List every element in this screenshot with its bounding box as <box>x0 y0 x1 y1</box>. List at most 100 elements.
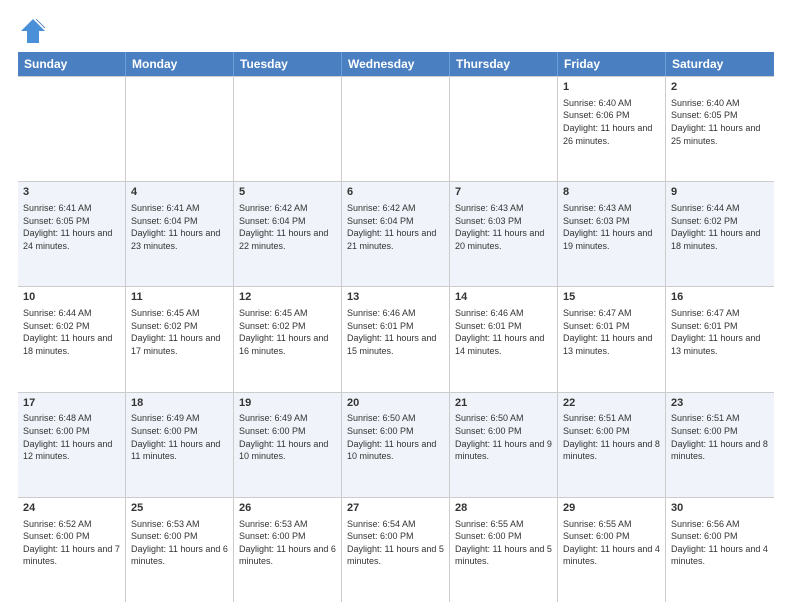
day-info: Sunrise: 6:47 AM Sunset: 6:01 PM Dayligh… <box>671 307 769 357</box>
day-number: 1 <box>563 80 660 95</box>
day-number: 21 <box>455 396 552 411</box>
day-number: 9 <box>671 185 769 200</box>
day-info: Sunrise: 6:41 AM Sunset: 6:04 PM Dayligh… <box>131 202 228 252</box>
cal-cell-r4-c1: 25 Sunrise: 6:53 AM Sunset: 6:00 PM Dayli… <box>126 498 234 602</box>
day-number: 3 <box>23 185 120 200</box>
cal-cell-r4-c5: 29 Sunrise: 6:55 AM Sunset: 6:00 PM Dayli… <box>558 498 666 602</box>
calendar-row-3: 17Sunrise: 6:48 AM Sunset: 6:00 PM Dayli… <box>18 393 774 498</box>
cal-cell-r4-c2: 26 Sunrise: 6:53 AM Sunset: 6:00 PM Dayli… <box>234 498 342 602</box>
day-info: Sunrise: 6:49 AM Sunset: 6:00 PM Dayligh… <box>239 412 336 462</box>
calendar-row-2: 10 Sunrise: 6:44 AM Sunset: 6:02 PM Dayli… <box>18 287 774 392</box>
day-number: 26 <box>239 501 336 516</box>
day-info: Sunrise: 6:43 AM Sunset: 6:03 PM Dayligh… <box>455 202 552 252</box>
day-info: Sunrise: 6:54 AM Sunset: 6:00 PM Dayligh… <box>347 518 444 568</box>
cal-cell-r3-c2: 19Sunrise: 6:49 AM Sunset: 6:00 PM Dayli… <box>234 393 342 497</box>
calendar-row-4: 24 Sunrise: 6:52 AM Sunset: 6:00 PM Dayli… <box>18 498 774 602</box>
cal-cell-r1-c1: 4Sunrise: 6:41 AM Sunset: 6:04 PM Daylig… <box>126 182 234 286</box>
day-info: Sunrise: 6:47 AM Sunset: 6:01 PM Dayligh… <box>563 307 660 357</box>
day-info: Sunrise: 6:52 AM Sunset: 6:00 PM Dayligh… <box>23 518 120 568</box>
header-cell-monday: Monday <box>126 52 234 76</box>
day-info: Sunrise: 6:41 AM Sunset: 6:05 PM Dayligh… <box>23 202 120 252</box>
cal-cell-r1-c4: 7 Sunrise: 6:43 AM Sunset: 6:03 PM Daylig… <box>450 182 558 286</box>
cal-cell-r2-c6: 16Sunrise: 6:47 AM Sunset: 6:01 PM Dayli… <box>666 287 774 391</box>
logo <box>18 16 52 46</box>
cal-cell-r1-c0: 3 Sunrise: 6:41 AM Sunset: 6:05 PM Daylig… <box>18 182 126 286</box>
day-number: 29 <box>563 501 660 516</box>
day-info: Sunrise: 6:42 AM Sunset: 6:04 PM Dayligh… <box>239 202 336 252</box>
day-info: Sunrise: 6:46 AM Sunset: 6:01 PM Dayligh… <box>455 307 552 357</box>
cal-cell-r3-c4: 21Sunrise: 6:50 AM Sunset: 6:00 PM Dayli… <box>450 393 558 497</box>
day-number: 7 <box>455 185 552 200</box>
cal-cell-r2-c5: 15 Sunrise: 6:47 AM Sunset: 6:01 PM Dayli… <box>558 287 666 391</box>
calendar-body: 1 Sunrise: 6:40 AM Sunset: 6:06 PM Daylig… <box>18 76 774 602</box>
day-number: 23 <box>671 396 769 411</box>
day-info: Sunrise: 6:55 AM Sunset: 6:00 PM Dayligh… <box>455 518 552 568</box>
header-cell-saturday: Saturday <box>666 52 774 76</box>
day-info: Sunrise: 6:42 AM Sunset: 6:04 PM Dayligh… <box>347 202 444 252</box>
cal-cell-r0-c6: 2 Sunrise: 6:40 AM Sunset: 6:05 PM Daylig… <box>666 77 774 181</box>
day-number: 25 <box>131 501 228 516</box>
day-info: Sunrise: 6:56 AM Sunset: 6:00 PM Dayligh… <box>671 518 769 568</box>
day-number: 14 <box>455 290 552 305</box>
day-number: 27 <box>347 501 444 516</box>
day-number: 12 <box>239 290 336 305</box>
day-number: 13 <box>347 290 444 305</box>
calendar-row-1: 3 Sunrise: 6:41 AM Sunset: 6:05 PM Daylig… <box>18 182 774 287</box>
cal-cell-r0-c4 <box>450 77 558 181</box>
cal-cell-r4-c4: 28 Sunrise: 6:55 AM Sunset: 6:00 PM Dayli… <box>450 498 558 602</box>
day-number: 8 <box>563 185 660 200</box>
day-info: Sunrise: 6:50 AM Sunset: 6:00 PM Dayligh… <box>455 412 552 462</box>
day-info: Sunrise: 6:44 AM Sunset: 6:02 PM Dayligh… <box>671 202 769 252</box>
header-cell-tuesday: Tuesday <box>234 52 342 76</box>
day-info: Sunrise: 6:51 AM Sunset: 6:00 PM Dayligh… <box>563 412 660 462</box>
cal-cell-r4-c3: 27 Sunrise: 6:54 AM Sunset: 6:00 PM Dayli… <box>342 498 450 602</box>
cal-cell-r0-c2 <box>234 77 342 181</box>
header-cell-sunday: Sunday <box>18 52 126 76</box>
day-number: 10 <box>23 290 120 305</box>
day-number: 28 <box>455 501 552 516</box>
day-number: 2 <box>671 80 769 95</box>
header-cell-wednesday: Wednesday <box>342 52 450 76</box>
cal-cell-r0-c1 <box>126 77 234 181</box>
cal-cell-r0-c0 <box>18 77 126 181</box>
page: SundayMondayTuesdayWednesdayThursdayFrid… <box>0 0 792 612</box>
day-info: Sunrise: 6:44 AM Sunset: 6:02 PM Dayligh… <box>23 307 120 357</box>
day-number: 20 <box>347 396 444 411</box>
day-info: Sunrise: 6:50 AM Sunset: 6:00 PM Dayligh… <box>347 412 444 462</box>
day-info: Sunrise: 6:49 AM Sunset: 6:00 PM Dayligh… <box>131 412 228 462</box>
calendar-row-0: 1 Sunrise: 6:40 AM Sunset: 6:06 PM Daylig… <box>18 76 774 182</box>
calendar-header: SundayMondayTuesdayWednesdayThursdayFrid… <box>18 52 774 76</box>
cal-cell-r1-c3: 6Sunrise: 6:42 AM Sunset: 6:04 PM Daylig… <box>342 182 450 286</box>
day-number: 19 <box>239 396 336 411</box>
top-section <box>18 16 774 46</box>
cal-cell-r1-c2: 5 Sunrise: 6:42 AM Sunset: 6:04 PM Daylig… <box>234 182 342 286</box>
day-number: 24 <box>23 501 120 516</box>
day-info: Sunrise: 6:53 AM Sunset: 6:00 PM Dayligh… <box>131 518 228 568</box>
logo-icon <box>18 16 48 46</box>
header-cell-friday: Friday <box>558 52 666 76</box>
day-info: Sunrise: 6:46 AM Sunset: 6:01 PM Dayligh… <box>347 307 444 357</box>
day-info: Sunrise: 6:43 AM Sunset: 6:03 PM Dayligh… <box>563 202 660 252</box>
day-info: Sunrise: 6:53 AM Sunset: 6:00 PM Dayligh… <box>239 518 336 568</box>
cal-cell-r0-c3 <box>342 77 450 181</box>
day-info: Sunrise: 6:40 AM Sunset: 6:06 PM Dayligh… <box>563 97 660 147</box>
cal-cell-r2-c4: 14 Sunrise: 6:46 AM Sunset: 6:01 PM Dayli… <box>450 287 558 391</box>
day-number: 30 <box>671 501 769 516</box>
calendar: SundayMondayTuesdayWednesdayThursdayFrid… <box>18 52 774 602</box>
day-info: Sunrise: 6:40 AM Sunset: 6:05 PM Dayligh… <box>671 97 769 147</box>
header-cell-thursday: Thursday <box>450 52 558 76</box>
day-info: Sunrise: 6:45 AM Sunset: 6:02 PM Dayligh… <box>131 307 228 357</box>
cal-cell-r1-c5: 8 Sunrise: 6:43 AM Sunset: 6:03 PM Daylig… <box>558 182 666 286</box>
cal-cell-r3-c1: 18Sunrise: 6:49 AM Sunset: 6:00 PM Dayli… <box>126 393 234 497</box>
day-number: 15 <box>563 290 660 305</box>
day-info: Sunrise: 6:55 AM Sunset: 6:00 PM Dayligh… <box>563 518 660 568</box>
cal-cell-r4-c0: 24 Sunrise: 6:52 AM Sunset: 6:00 PM Dayli… <box>18 498 126 602</box>
day-number: 18 <box>131 396 228 411</box>
cal-cell-r3-c3: 20Sunrise: 6:50 AM Sunset: 6:00 PM Dayli… <box>342 393 450 497</box>
cal-cell-r1-c6: 9 Sunrise: 6:44 AM Sunset: 6:02 PM Daylig… <box>666 182 774 286</box>
cal-cell-r3-c5: 22Sunrise: 6:51 AM Sunset: 6:00 PM Dayli… <box>558 393 666 497</box>
cal-cell-r2-c0: 10 Sunrise: 6:44 AM Sunset: 6:02 PM Dayli… <box>18 287 126 391</box>
day-number: 5 <box>239 185 336 200</box>
cal-cell-r2-c1: 11Sunrise: 6:45 AM Sunset: 6:02 PM Dayli… <box>126 287 234 391</box>
cal-cell-r2-c3: 13 Sunrise: 6:46 AM Sunset: 6:01 PM Dayli… <box>342 287 450 391</box>
